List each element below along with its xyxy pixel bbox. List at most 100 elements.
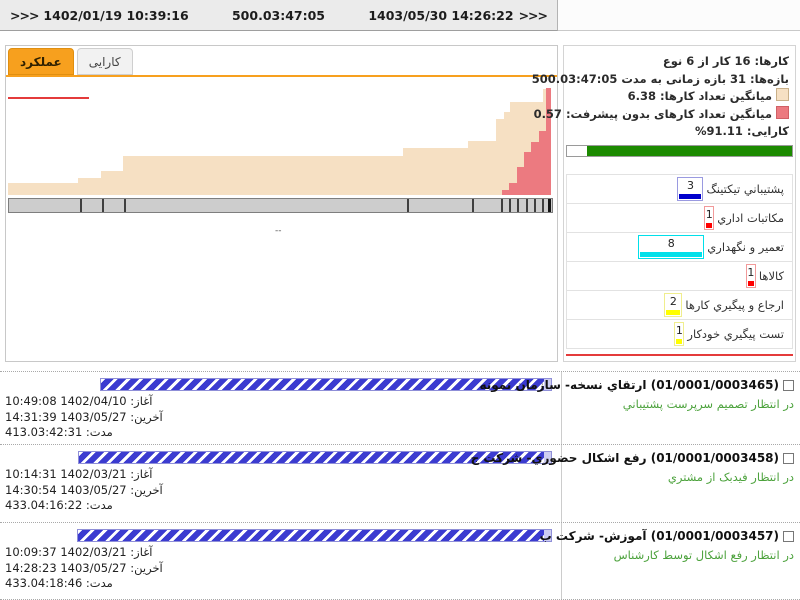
category-row[interactable]: تست پیگیري خودکار1	[567, 320, 792, 349]
task-row: آغاز: 1402/04/10 10:49:08آخرین: 1403/05/…	[0, 371, 800, 444]
range-start-group: >>> 1402/01/19 10:39:16	[10, 8, 189, 23]
scrubber-tick	[407, 199, 409, 212]
task-checkbox[interactable]	[783, 453, 794, 464]
task-times: آغاز: 1402/04/10 10:49:08آخرین: 1403/05/…	[5, 394, 163, 441]
category-label: پشتیباني تیکتینگ	[706, 182, 784, 196]
scrubber-end-tick	[548, 199, 551, 212]
category-count-box: 1	[674, 322, 684, 346]
scrubber-tick	[517, 199, 519, 212]
range-end-datetime: 1403/05/30 14:26:22	[368, 8, 513, 23]
category-label: تعمیر و نگهداري	[707, 240, 784, 254]
forward-arrows-icon[interactable]: >>>	[519, 8, 547, 23]
stat-line: بازه‌ها: 31 بازه زمانی به مدت 500.03:47:…	[570, 71, 789, 89]
stats-block: کارها: 16 کار از 6 نوعبازه‌ها: 31 بازه ز…	[564, 46, 795, 141]
scrubber-tick	[102, 199, 104, 212]
task-title[interactable]: (01/0001/0003458) رفع اشکال حضوري- شرکت …	[563, 451, 794, 465]
scrubber-tick	[526, 199, 528, 212]
task-title[interactable]: (01/0001/0003465) ارتقاي نسخه- سازمان نم…	[563, 378, 794, 392]
category-color-strip	[679, 194, 701, 199]
task-category-list: پشتیباني تیکتینگ3مکاتبات اداري1تعمیر و ن…	[566, 174, 793, 349]
backward-arrows-icon[interactable]: >>>	[10, 8, 38, 23]
task-timeline-cell: آغاز: 1402/03/21 10:09:37آخرین: 1403/05/…	[0, 523, 562, 599]
task-title-text: (01/0001/0003465) ارتقاي نسخه- سازمان نم…	[479, 378, 779, 392]
empty-selection-placeholder: --	[275, 226, 282, 236]
panel-tabs: عملکرد کارایی	[8, 48, 133, 75]
category-label: ارجاع و پیگیري کارها	[685, 298, 784, 312]
scrubber-tick	[501, 199, 503, 212]
task-info-cell: (01/0001/0003465) ارتقاي نسخه- سازمان نم…	[563, 372, 800, 444]
legend-swatch-icon	[776, 106, 789, 119]
task-time-line: آخرین: 1403/05/27 14:28:23	[5, 561, 163, 577]
task-time-line: آغاز: 1402/03/21 10:09:37	[5, 545, 163, 561]
task-timeline-cell: آغاز: 1402/04/10 10:49:08آخرین: 1403/05/…	[0, 372, 562, 444]
chart-series	[8, 89, 548, 195]
timeline-scrubber[interactable]	[8, 198, 553, 213]
category-count-box: 8	[638, 235, 704, 259]
efficiency-progress-fill	[587, 146, 792, 156]
stat-line: کارها: 16 کار از 6 نوع	[570, 53, 789, 71]
task-title[interactable]: (01/0001/0003457) آموزش- شرکت ب	[563, 529, 794, 543]
task-time-line: آغاز: 1402/03/21 10:14:31	[5, 467, 163, 483]
task-times: آغاز: 1402/03/21 10:14:31آخرین: 1403/05/…	[5, 467, 163, 514]
category-label: مکاتبات اداري	[717, 211, 784, 225]
task-time-line: مدت: 413.03:42:31	[5, 425, 163, 441]
tab-performance[interactable]: عملکرد	[8, 48, 74, 75]
category-label: تست پیگیري خودکار	[687, 327, 784, 341]
category-label: کالاها	[759, 269, 784, 283]
scrubber-tick	[534, 199, 536, 212]
category-color-strip	[706, 223, 712, 228]
category-count-box: 1	[704, 206, 714, 230]
task-time-line: آخرین: 1403/05/27 14:30:54	[5, 483, 163, 499]
category-color-strip	[748, 281, 754, 286]
task-checkbox[interactable]	[783, 531, 794, 542]
category-color-strip	[640, 252, 702, 257]
task-status: در انتظار فیدبک از مشتري	[563, 470, 794, 484]
scrubber-tick	[542, 199, 544, 212]
summary-panel: کارها: 16 کار از 6 نوعبازه‌ها: 31 بازه ز…	[563, 45, 796, 362]
stat-line: کارایی: 91.11%	[570, 123, 789, 141]
task-title-text: (01/0001/0003458) رفع اشکال حضوري- شرکت …	[471, 451, 779, 465]
range-duration: 500.03:47:05	[232, 8, 325, 23]
category-count-box: 1	[746, 264, 756, 288]
category-row[interactable]: پشتیباني تیکتینگ3	[567, 175, 792, 204]
task-duration-bar[interactable]	[77, 529, 552, 542]
tab-underline	[6, 75, 557, 77]
category-color-strip	[666, 310, 680, 315]
category-count-box: 3	[677, 177, 703, 201]
task-times: آغاز: 1402/03/21 10:09:37آخرین: 1403/05/…	[5, 545, 163, 592]
task-time-line: آغاز: 1402/04/10 10:49:08	[5, 394, 163, 410]
scrubber-tick	[509, 199, 511, 212]
task-row: آغاز: 1402/03/21 10:09:37آخرین: 1403/05/…	[0, 522, 800, 600]
stat-line: میانگین تعداد کارها: 6.38	[570, 88, 789, 106]
time-range-toolbar: >>> 1402/01/19 10:39:16 500.03:47:05 140…	[0, 0, 558, 31]
scrubber-tick	[124, 199, 126, 212]
category-row[interactable]: کالاها1	[567, 262, 792, 291]
task-status: در انتظار تصمیم سرپرست پشتیباني	[563, 397, 794, 411]
category-row[interactable]: مکاتبات اداري1	[567, 204, 792, 233]
scrubber-tick	[472, 199, 474, 212]
stat-line: میانگین تعداد کارهای بدون پیشرفت: 0.57	[570, 106, 789, 124]
task-title-text: (01/0001/0003457) آموزش- شرکت ب	[540, 529, 779, 543]
toolbar-spacer	[558, 0, 800, 31]
task-time-line: آخرین: 1403/05/27 14:31:39	[5, 410, 163, 426]
efficiency-progressbar	[566, 145, 793, 157]
category-row[interactable]: تعمیر و نگهداري8	[567, 233, 792, 262]
task-info-cell: (01/0001/0003458) رفع اشکال حضوري- شرکت …	[563, 445, 800, 522]
panel-bottom-red-line	[566, 354, 793, 356]
performance-panel: عملکرد کارایی --	[5, 45, 558, 362]
category-row[interactable]: ارجاع و پیگیري کارها2	[567, 291, 792, 320]
task-status: در انتظار رفع اشکال توسط کارشناس	[563, 548, 794, 562]
task-rows-section: آغاز: 1402/04/10 10:49:08آخرین: 1403/05/…	[0, 371, 800, 600]
task-checkbox[interactable]	[783, 380, 794, 391]
legend-swatch-icon	[776, 88, 789, 101]
category-count-box: 2	[664, 293, 682, 317]
category-color-strip	[676, 339, 682, 344]
range-start-datetime: 1402/01/19 10:39:16	[43, 8, 188, 23]
scrubber-tick	[80, 199, 82, 212]
activity-step-area-chart	[8, 85, 553, 195]
task-row: آغاز: 1402/03/21 10:14:31آخرین: 1403/05/…	[0, 444, 800, 522]
tab-efficiency[interactable]: کارایی	[77, 48, 133, 75]
task-time-line: مدت: 433.04:16:22	[5, 498, 163, 514]
task-time-line: مدت: 433.04:18:46	[5, 576, 163, 592]
task-info-cell: (01/0001/0003457) آموزش- شرکت ب در انتظار…	[563, 523, 800, 599]
